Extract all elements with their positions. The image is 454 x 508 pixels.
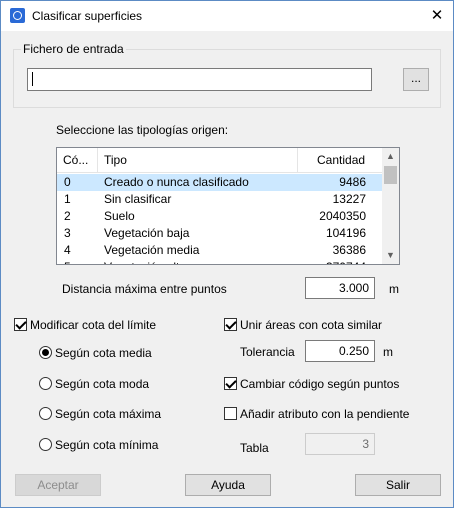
list-item[interactable]: 4 Vegetación media 36386: [57, 242, 383, 259]
radio-mean-level-label[interactable]: Según cota media: [55, 346, 152, 360]
list-item[interactable]: 1 Sin clasificar 13227: [57, 191, 383, 208]
radio-max-level-label[interactable]: Según cota máxima: [55, 407, 161, 421]
change-code-label[interactable]: Cambiar código según puntos: [240, 377, 399, 391]
column-header-code[interactable]: Có...: [57, 148, 98, 172]
scroll-up-icon[interactable]: ▲: [382, 148, 399, 165]
app-icon: [10, 8, 25, 23]
radio-min-level[interactable]: [39, 438, 52, 451]
list-item[interactable]: 5 Vegetación alta 370744: [57, 259, 383, 264]
text-caret: [32, 72, 33, 86]
tolerance-input[interactable]: 0.250: [305, 340, 375, 362]
distance-unit: m: [389, 282, 399, 296]
accept-button[interactable]: Aceptar: [15, 474, 101, 496]
table-input[interactable]: 3: [305, 433, 375, 455]
column-header-count[interactable]: Cantidad: [298, 148, 383, 172]
change-code-checkbox[interactable]: [224, 377, 237, 390]
tolerance-label: Tolerancia: [240, 345, 295, 359]
dialog-window: Clasificar superficies ✕ Fichero de entr…: [0, 0, 454, 508]
list-scrollbar[interactable]: ▲ ▼: [382, 148, 399, 264]
scroll-down-icon[interactable]: ▼: [382, 247, 399, 264]
slope-attribute-checkbox[interactable]: [224, 407, 237, 420]
input-file-group-label: Fichero de entrada: [21, 42, 126, 56]
list-item[interactable]: 2 Suelo 2040350: [57, 208, 383, 225]
merge-areas-checkbox[interactable]: [224, 318, 237, 331]
list-item[interactable]: 3 Vegetación baja 104196: [57, 225, 383, 242]
list-item[interactable]: 0 Creado o nunca clasificado 9486: [57, 174, 383, 191]
radio-mode-level-label[interactable]: Según cota moda: [55, 377, 149, 391]
distance-label: Distancia máxima entre puntos: [62, 282, 227, 296]
slope-attribute-label[interactable]: Añadir atributo con la pendiente: [240, 407, 409, 421]
source-types-label: Seleccione las tipologías origen:: [56, 123, 229, 137]
source-types-list[interactable]: Có... Tipo Cantidad 0 Creado o nunca cla…: [56, 147, 400, 265]
input-file-field[interactable]: [27, 68, 372, 91]
list-header: Có... Tipo Cantidad: [57, 148, 383, 173]
modify-level-checkbox[interactable]: [14, 318, 27, 331]
radio-mean-level[interactable]: [39, 346, 52, 359]
exit-button[interactable]: Salir: [355, 474, 441, 496]
title-bar: Clasificar superficies ✕: [1, 1, 453, 31]
merge-areas-label[interactable]: Unir áreas con cota similar: [240, 318, 382, 332]
table-label: Tabla: [240, 441, 269, 455]
close-icon: ✕: [430, 7, 444, 24]
column-header-type[interactable]: Tipo: [98, 148, 298, 172]
tolerance-unit: m: [383, 345, 393, 359]
window-title: Clasificar superficies: [32, 9, 143, 23]
radio-min-level-label[interactable]: Según cota mínima: [55, 438, 158, 452]
browse-button[interactable]: ...: [403, 68, 429, 91]
help-button[interactable]: Ayuda: [185, 474, 271, 496]
radio-mode-level[interactable]: [39, 377, 52, 390]
radio-max-level[interactable]: [39, 407, 52, 420]
modify-level-label[interactable]: Modificar cota del límite: [30, 318, 156, 332]
distance-input[interactable]: 3.000: [305, 277, 375, 299]
close-button[interactable]: ✕: [421, 1, 453, 31]
scroll-thumb[interactable]: [384, 166, 397, 184]
